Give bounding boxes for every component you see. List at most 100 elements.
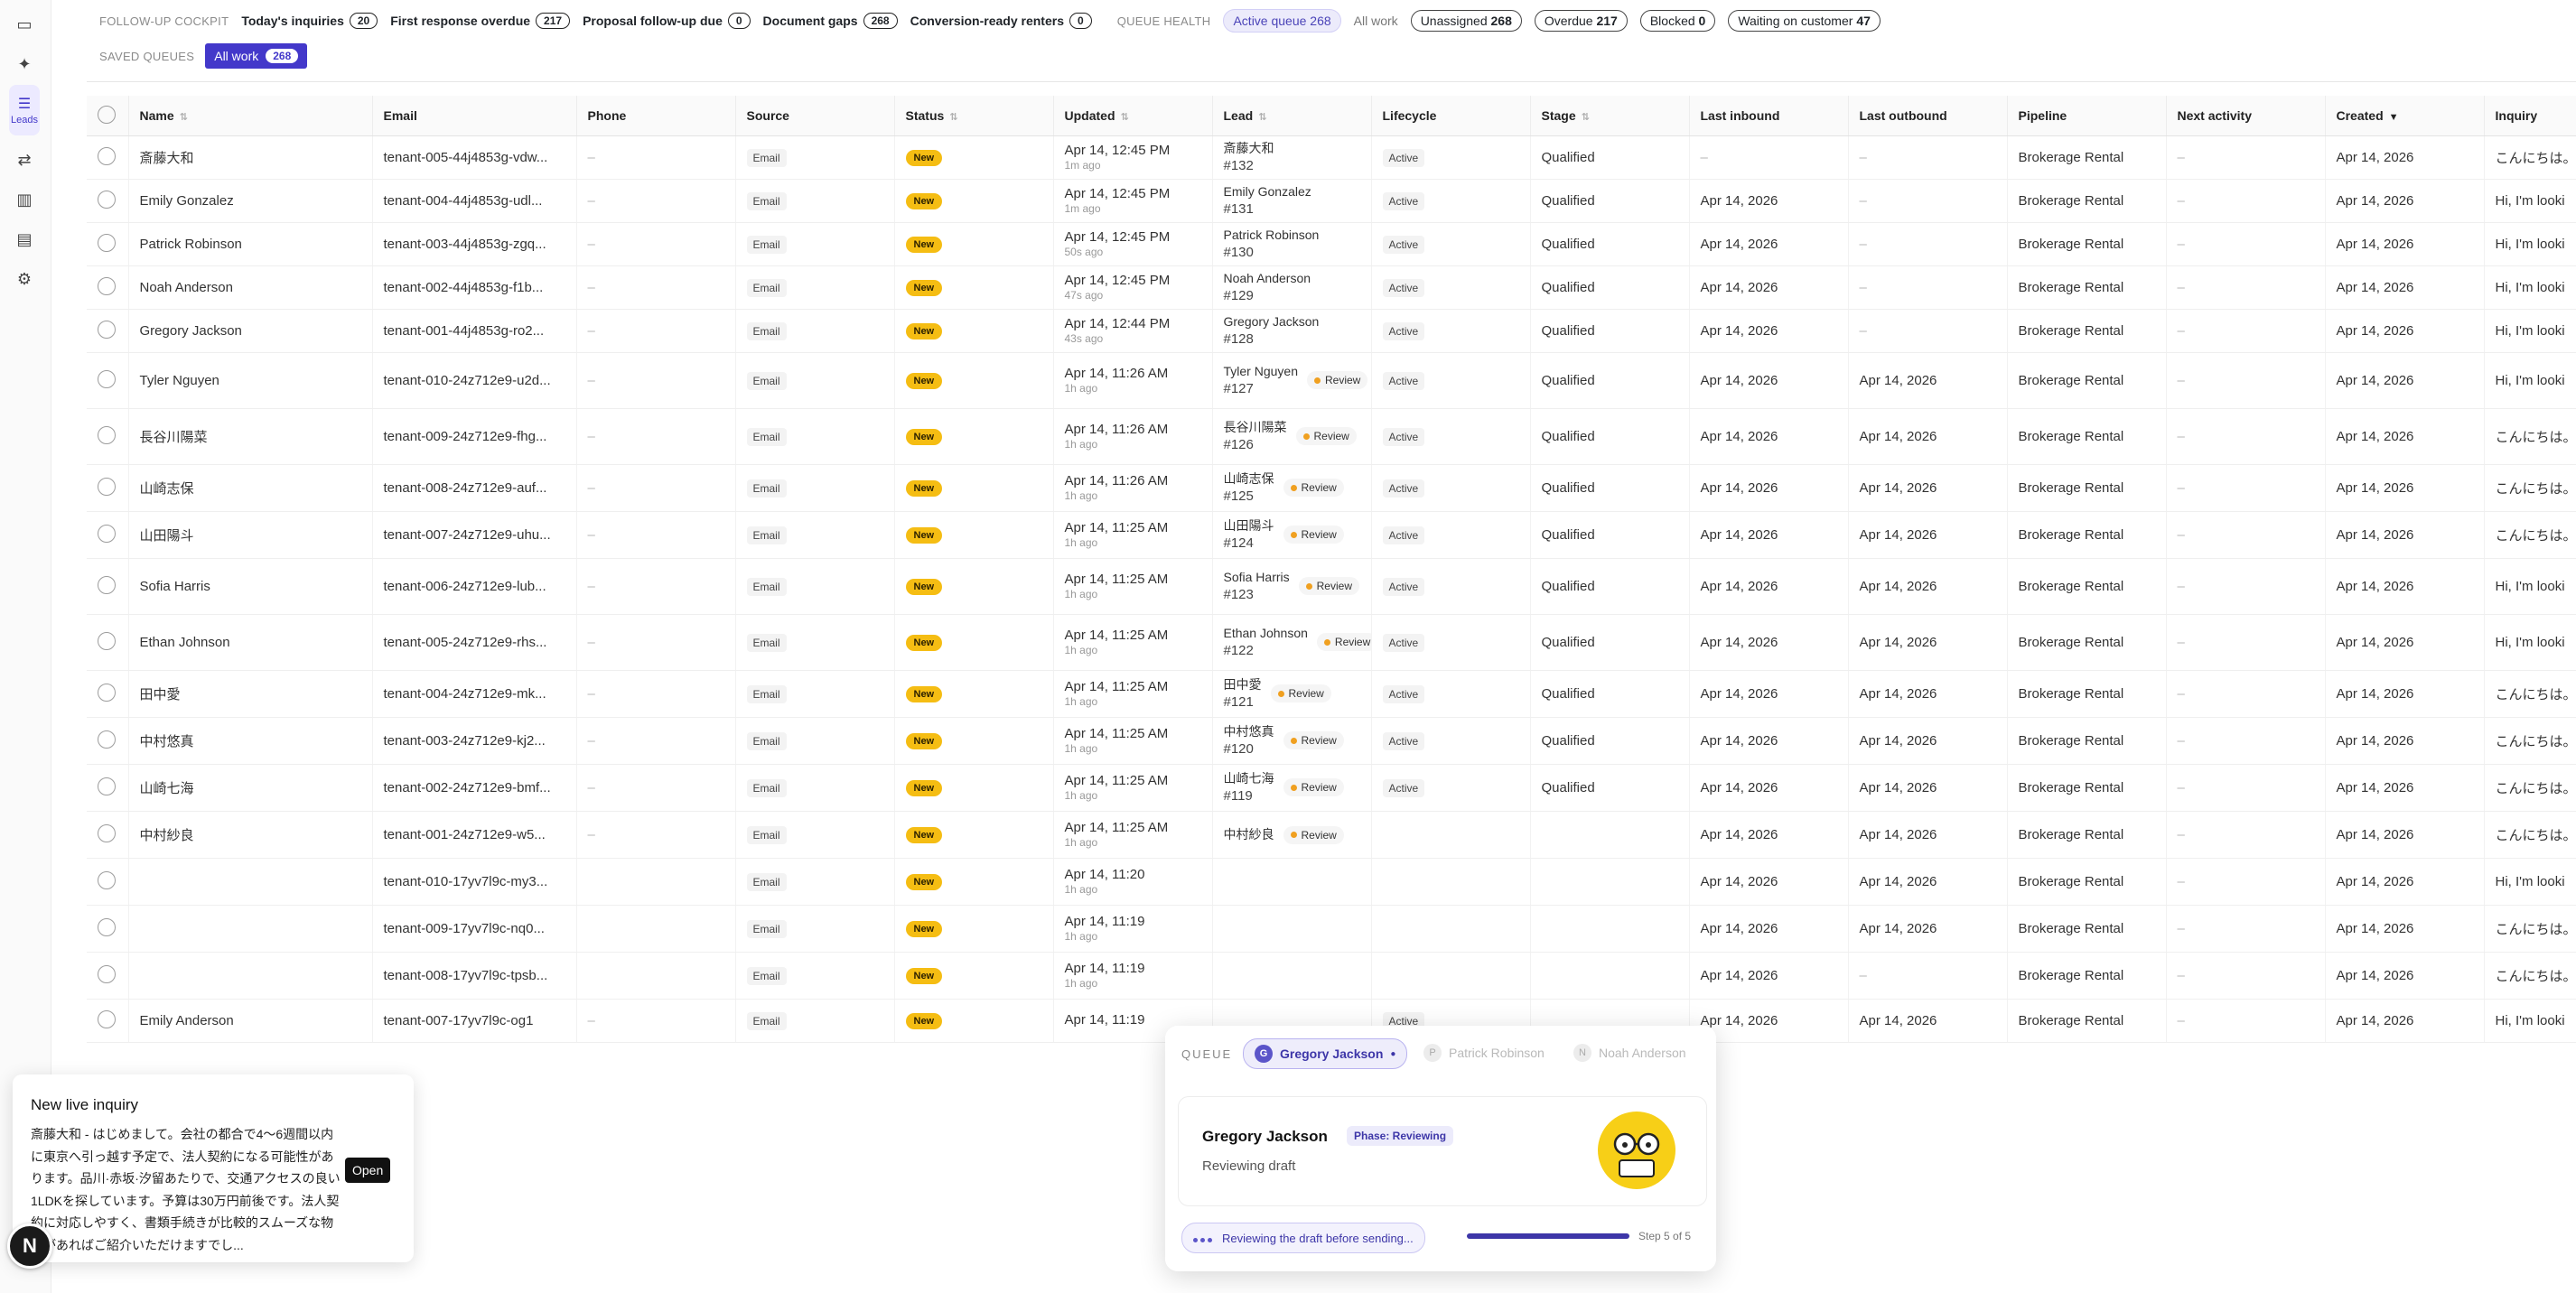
lead-name[interactable]: Noah Anderson (140, 280, 233, 295)
lead-name[interactable]: 山崎七海 (140, 781, 194, 796)
table-row[interactable]: tenant-009-17yv7l9c-nq0... Email New Apr 14… (87, 905, 2576, 953)
inbox-icon[interactable]: ▭ (9, 9, 40, 40)
col-updated[interactable]: Updated ⇅ (1053, 96, 1213, 136)
table-row[interactable]: Patrick Robinson tenant-003-44j4853g-zgq.… (87, 222, 2576, 266)
gear-icon[interactable]: ⚙ (9, 264, 40, 294)
col-source[interactable]: Source (735, 96, 895, 136)
health-waiting[interactable]: Waiting on customer 47 (1728, 10, 1881, 32)
lead-cell-name[interactable]: 中村悠真 (1224, 723, 1274, 740)
table-row[interactable]: 中村悠真 tenant-003-24z712e9-kj2... – Email New A… (87, 717, 2576, 765)
row-checkbox[interactable] (98, 190, 116, 209)
saved-queue-all-work[interactable]: All work 268 (205, 43, 308, 69)
col-next-activity[interactable]: Next activity (2166, 96, 2326, 136)
lead-cell-name[interactable]: Gregory Jackson (1224, 313, 1320, 330)
table-row[interactable]: 山崎七海 tenant-002-24z712e9-bmf... – Email New A… (87, 764, 2576, 812)
lead-cell-name[interactable]: Noah Anderson (1224, 270, 1311, 287)
col-name[interactable]: Name ⇅ (128, 96, 373, 136)
health-blocked[interactable]: Blocked 0 (1639, 10, 1716, 32)
col-phone[interactable]: Phone (576, 96, 736, 136)
lead-cell-name[interactable]: 中村紗良 (1224, 826, 1274, 843)
lead-cell-name[interactable]: Emily Gonzalez (1224, 183, 1311, 200)
col-stage[interactable]: Stage ⇅ (1530, 96, 1690, 136)
table-row[interactable]: tenant-008-17yv7l9c-tpsb... Email New Apr 1… (87, 952, 2576, 1000)
select-all-checkbox[interactable] (98, 105, 116, 124)
chip-proposal-follow-up[interactable]: Proposal follow-up due 0 (583, 13, 751, 29)
swap-icon[interactable]: ⇄ (9, 144, 40, 175)
lead-cell-name[interactable]: 斎藤大和 (1224, 140, 1274, 157)
queue-tab[interactable]: P Patrick Robinson (1413, 1038, 1555, 1067)
row-checkbox[interactable] (98, 730, 116, 749)
active-queue-chip[interactable]: Active queue 268 (1223, 9, 1341, 33)
queue-tab-active[interactable]: G Gregory Jackson ● (1243, 1038, 1408, 1069)
card-icon[interactable]: ▤ (9, 224, 40, 255)
lead-name[interactable]: Sofia Harris (140, 579, 210, 594)
lead-cell-name[interactable]: 山田陽斗 (1224, 517, 1274, 535)
lead-name[interactable]: Patrick Robinson (140, 237, 242, 252)
lead-name[interactable]: 田中愛 (140, 687, 181, 702)
col-pipeline[interactable]: Pipeline (2007, 96, 2167, 136)
row-checkbox[interactable] (98, 631, 116, 650)
chip-first-response-overdue[interactable]: First response overdue 217 (390, 13, 571, 29)
row-checkbox[interactable] (98, 524, 116, 543)
row-checkbox[interactable] (98, 369, 116, 388)
assistant-bubble[interactable]: N (7, 1223, 52, 1269)
table-row[interactable]: tenant-010-17yv7l9c-my3... Email New Apr 14… (87, 858, 2576, 906)
lead-name[interactable]: 中村紗良 (140, 828, 194, 843)
table-row[interactable]: 山崎志保 tenant-008-24z712e9-auf... – Email New A… (87, 464, 2576, 512)
toast-open-button[interactable]: Open (345, 1158, 391, 1183)
row-checkbox[interactable] (98, 870, 116, 889)
row-checkbox[interactable] (98, 320, 116, 339)
row-checkbox[interactable] (98, 683, 116, 702)
queue-tab[interactable]: N Noah Anderson (1563, 1038, 1697, 1067)
lead-name[interactable]: 山崎志保 (140, 481, 194, 497)
table-row[interactable]: 田中愛 tenant-004-24z712e9-mk... – Email New Apr… (87, 670, 2576, 718)
lead-cell-name[interactable]: 田中愛 (1224, 676, 1262, 693)
live-inquiry-toast[interactable]: New live inquiry 斎藤大和 - はじめまして。会社の都合で4～6… (13, 1074, 414, 1262)
chip-conversion-ready[interactable]: Conversion-ready renters 0 (910, 13, 1092, 29)
row-checkbox[interactable] (98, 575, 116, 594)
table-row[interactable]: 中村紗良 tenant-001-24z712e9-w5... – Email New Ap… (87, 811, 2576, 859)
col-email[interactable]: Email (372, 96, 577, 136)
chip-todays-inquiries[interactable]: Today's inquiries 20 (241, 13, 378, 29)
lead-name[interactable]: Emily Gonzalez (140, 193, 234, 209)
select-all-header[interactable] (87, 96, 129, 136)
lead-cell-name[interactable]: 山崎志保 (1224, 470, 1274, 488)
table-row[interactable]: Noah Anderson tenant-002-44j4853g-f1b... –… (87, 265, 2576, 310)
table-row[interactable]: Sofia Harris tenant-006-24z712e9-lub... – E… (87, 558, 2576, 615)
col-created[interactable]: Created ▼ (2325, 96, 2485, 136)
lead-cell-name[interactable]: Patrick Robinson (1224, 227, 1320, 244)
col-inquiry[interactable]: Inquiry (2484, 96, 2576, 136)
table-row[interactable]: 長谷川陽菜 tenant-009-24z712e9-fhg... – Email New… (87, 408, 2576, 465)
row-checkbox[interactable] (98, 964, 116, 983)
col-lead[interactable]: Lead ⇅ (1212, 96, 1372, 136)
table-row[interactable]: Ethan Johnson tenant-005-24z712e9-rhs... –… (87, 614, 2576, 671)
table-row[interactable]: Gregory Jackson tenant-001-44j4853g-ro2..… (87, 309, 2576, 353)
table-row[interactable]: 山田陽斗 tenant-007-24z712e9-uhu... – Email New A… (87, 511, 2576, 559)
row-checkbox[interactable] (98, 823, 116, 842)
col-status[interactable]: Status ⇅ (894, 96, 1054, 136)
lead-cell-name[interactable]: 山崎七海 (1224, 770, 1274, 787)
building-icon[interactable]: ▥ (9, 184, 40, 215)
row-checkbox[interactable] (98, 1009, 116, 1028)
chip-document-gaps[interactable]: Document gaps 268 (763, 13, 898, 29)
row-checkbox[interactable] (98, 477, 116, 496)
row-checkbox[interactable] (98, 917, 116, 936)
leads-nav[interactable]: ☰ Leads (9, 85, 40, 135)
lead-cell-name[interactable]: Tyler Nguyen (1224, 363, 1298, 380)
row-checkbox[interactable] (98, 425, 116, 444)
table-row[interactable]: 斎藤大和 tenant-005-44j4853g-vdw... – Email New A… (87, 135, 2576, 180)
lead-cell-name[interactable]: 長谷川陽菜 (1224, 419, 1287, 436)
row-checkbox[interactable] (98, 777, 116, 795)
health-overdue[interactable]: Overdue 217 (1534, 10, 1628, 32)
sparkle-icon[interactable]: ✦ (9, 49, 40, 79)
row-checkbox[interactable] (98, 233, 116, 252)
col-last-inbound[interactable]: Last inbound (1689, 96, 1849, 136)
lead-name[interactable]: 山田陽斗 (140, 528, 194, 544)
table-row[interactable]: Emily Gonzalez tenant-004-44j4853g-udl...… (87, 179, 2576, 223)
lead-cell-name[interactable]: Sofia Harris (1224, 569, 1290, 586)
lead-name[interactable]: Tyler Nguyen (140, 373, 219, 388)
lead-name[interactable]: Ethan Johnson (140, 635, 230, 650)
lead-name[interactable]: 長谷川陽菜 (140, 430, 208, 445)
lead-name[interactable]: 中村悠真 (140, 734, 194, 749)
health-unassigned[interactable]: Unassigned 268 (1410, 10, 1522, 32)
